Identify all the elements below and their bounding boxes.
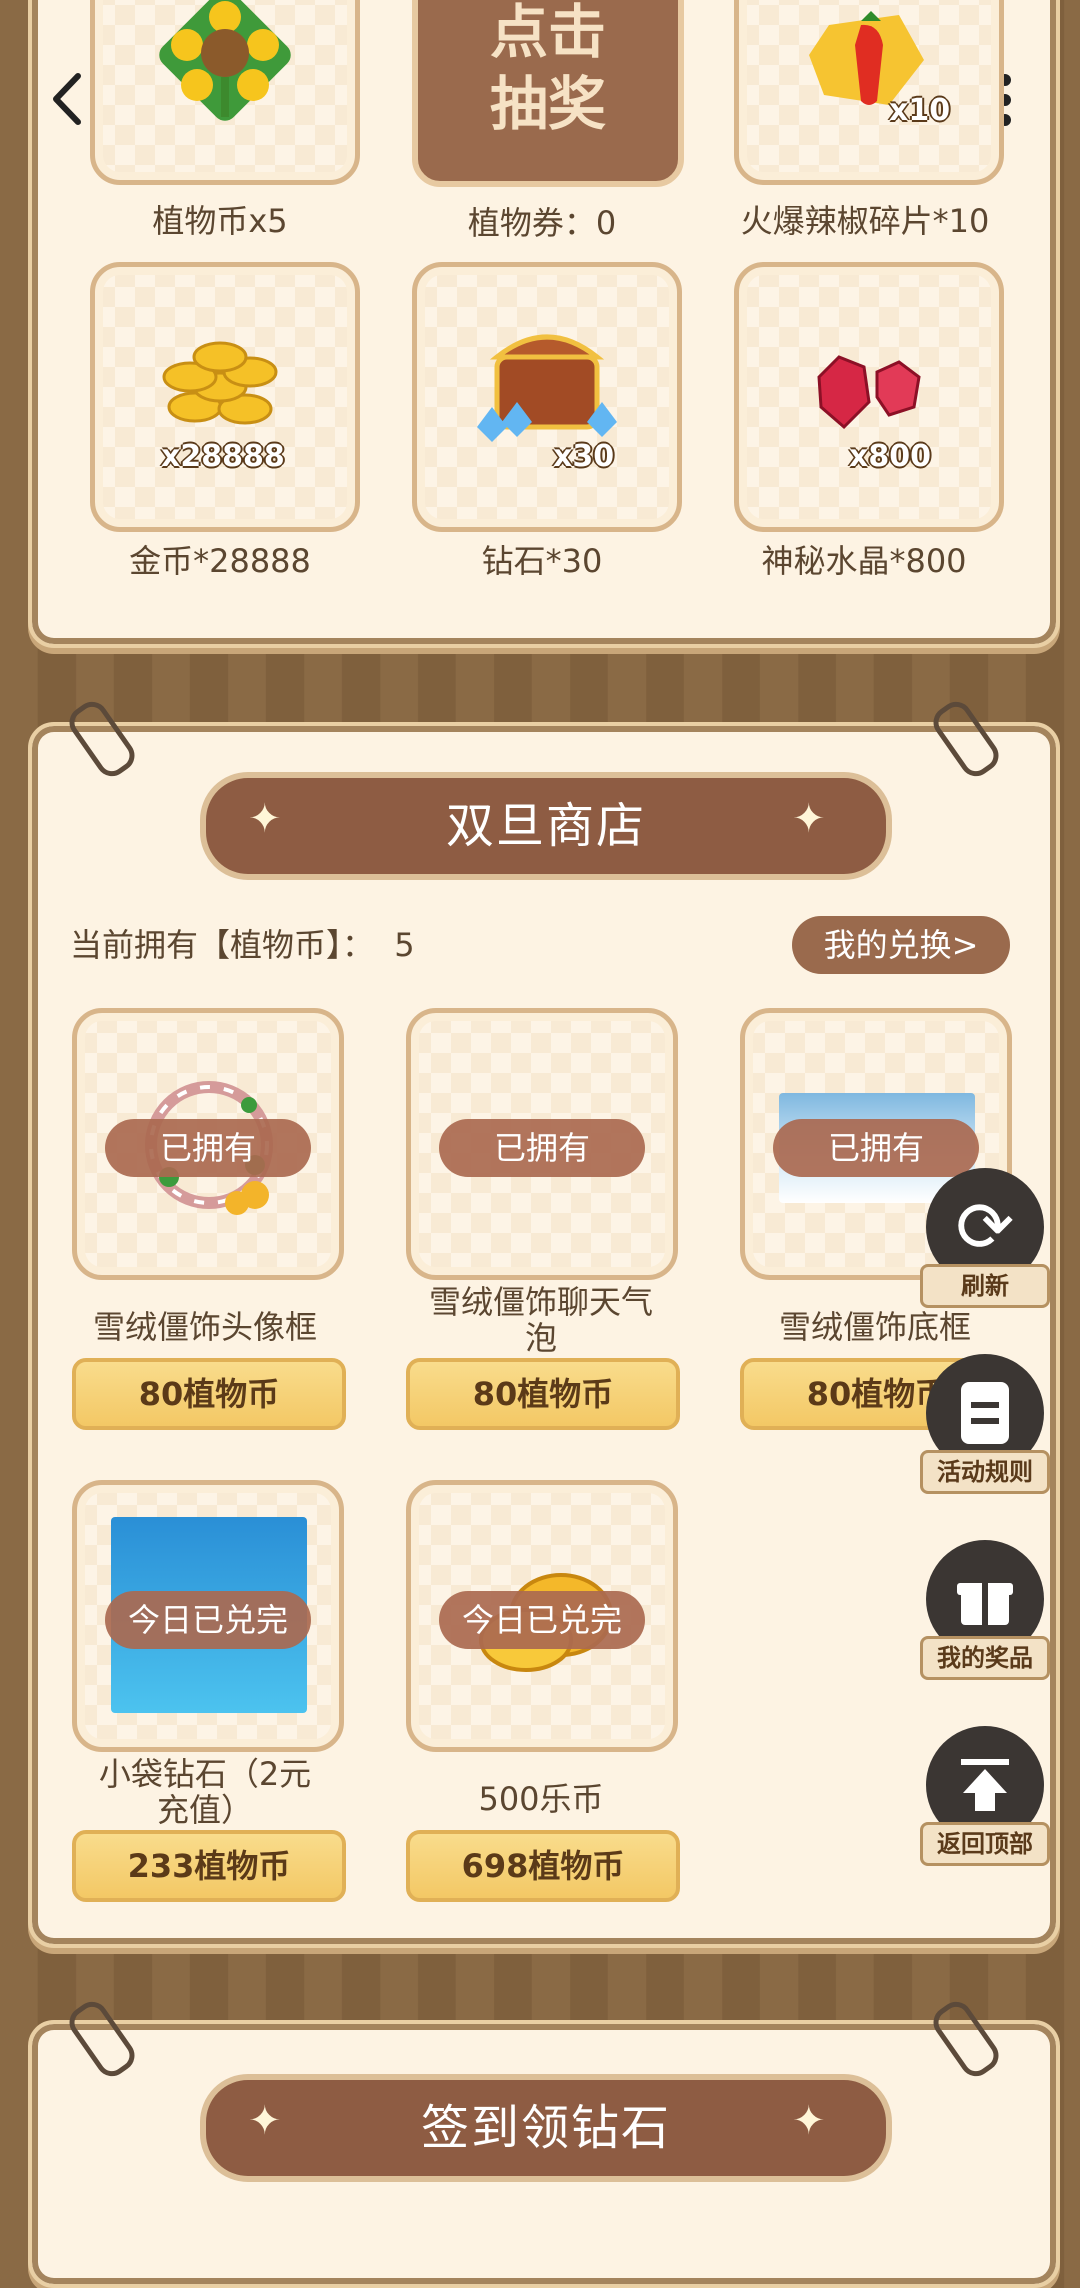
- status-tag: 今日已兑完: [439, 1591, 645, 1649]
- draw-button[interactable]: 点击 抽奖: [412, 0, 684, 187]
- shop-item-name-line: 泡: [524, 1319, 557, 1357]
- prize-item-pepper: x10: [734, 0, 1004, 185]
- status-tag: 今日已兑完: [105, 1591, 311, 1649]
- side-label: 返回顶部: [920, 1822, 1050, 1866]
- shop-item-name: 小袋钻石（2元 充值）: [60, 1756, 350, 1828]
- star-icon: ✦: [792, 796, 826, 842]
- side-label: 活动规则: [920, 1450, 1050, 1494]
- shop-item-name-line: 雪绒僵饰聊天气: [428, 1283, 653, 1321]
- prize-label: 植物币x5: [152, 202, 288, 240]
- star-icon: ✦: [248, 2098, 282, 2144]
- crystal-icon: [817, 355, 921, 430]
- coins-icon: [162, 341, 278, 425]
- prize-item-plant-coin: [90, 0, 360, 185]
- shop-item[interactable]: 已拥有: [72, 1008, 344, 1280]
- price-button[interactable]: 698植物币: [406, 1830, 680, 1902]
- shop-item-name-line: 充值）: [156, 1791, 253, 1829]
- shop-title: 双旦商店: [200, 772, 892, 880]
- treasure-chest-icon: [477, 334, 617, 442]
- signin-title: 签到领钻石: [200, 2074, 892, 2182]
- prize-item-diamonds: x30: [412, 262, 682, 532]
- shop-item-name: 500乐币: [478, 1780, 604, 1818]
- prize-qty: x10: [889, 93, 951, 128]
- back-to-top-button[interactable]: 返回顶部: [920, 1726, 1050, 1866]
- prize-label: 金币*28888: [129, 542, 311, 580]
- ticket-count-label: 植物券：0: [467, 204, 617, 242]
- status-tag: 已拥有: [105, 1119, 311, 1177]
- star-icon: ✦: [248, 796, 282, 842]
- prize-item-coins: x28888: [90, 262, 360, 532]
- draw-line-2: 抽奖: [489, 70, 606, 138]
- side-label: 刷新: [920, 1264, 1050, 1308]
- prize-qty: x28888: [161, 439, 285, 474]
- draw-line-1: 点击: [489, 0, 606, 66]
- balance-row: 当前拥有【植物币】： 5: [70, 920, 415, 966]
- price-button[interactable]: 80植物币: [406, 1358, 680, 1430]
- balance-value: 5: [394, 926, 415, 964]
- star-icon: ✦: [792, 2098, 826, 2144]
- draw-button-text: 点击 抽奖: [418, 0, 678, 140]
- my-prizes-button[interactable]: 我的奖品: [920, 1540, 1050, 1680]
- prize-label: 钻石*30: [481, 542, 603, 580]
- shop-item-name: 雪绒僵饰聊天气 泡: [396, 1284, 686, 1356]
- shop-item[interactable]: 今日已兑完: [72, 1480, 344, 1752]
- my-exchange-button[interactable]: 我的兑换>: [792, 916, 1010, 974]
- shop-item-name: 雪绒僵饰底框: [778, 1308, 971, 1346]
- prize-label: 火爆辣椒碎片*10: [740, 202, 990, 240]
- prize-item-crystal: x800: [734, 262, 1004, 532]
- sunflower-icon: [159, 0, 291, 121]
- side-label: 我的奖品: [920, 1636, 1050, 1680]
- prize-qty: x30: [553, 439, 615, 474]
- shop-item[interactable]: 已拥有: [406, 1008, 678, 1280]
- price-button[interactable]: 233植物币: [72, 1830, 346, 1902]
- prize-qty: x800: [849, 439, 931, 474]
- shop-item-name: 雪绒僵饰头像框: [92, 1308, 317, 1346]
- price-button[interactable]: 80植物币: [72, 1358, 346, 1430]
- refresh-button[interactable]: ⟳ 刷新: [920, 1168, 1050, 1308]
- prize-label: 神秘水晶*800: [761, 542, 967, 580]
- balance-label: 当前拥有【植物币】：: [70, 926, 375, 964]
- shop-item-name-line: 小袋钻石（2元: [98, 1755, 312, 1793]
- rules-button[interactable]: 活动规则: [920, 1354, 1050, 1494]
- shop-item[interactable]: 今日已兑完: [406, 1480, 678, 1752]
- status-tag: 已拥有: [439, 1119, 645, 1177]
